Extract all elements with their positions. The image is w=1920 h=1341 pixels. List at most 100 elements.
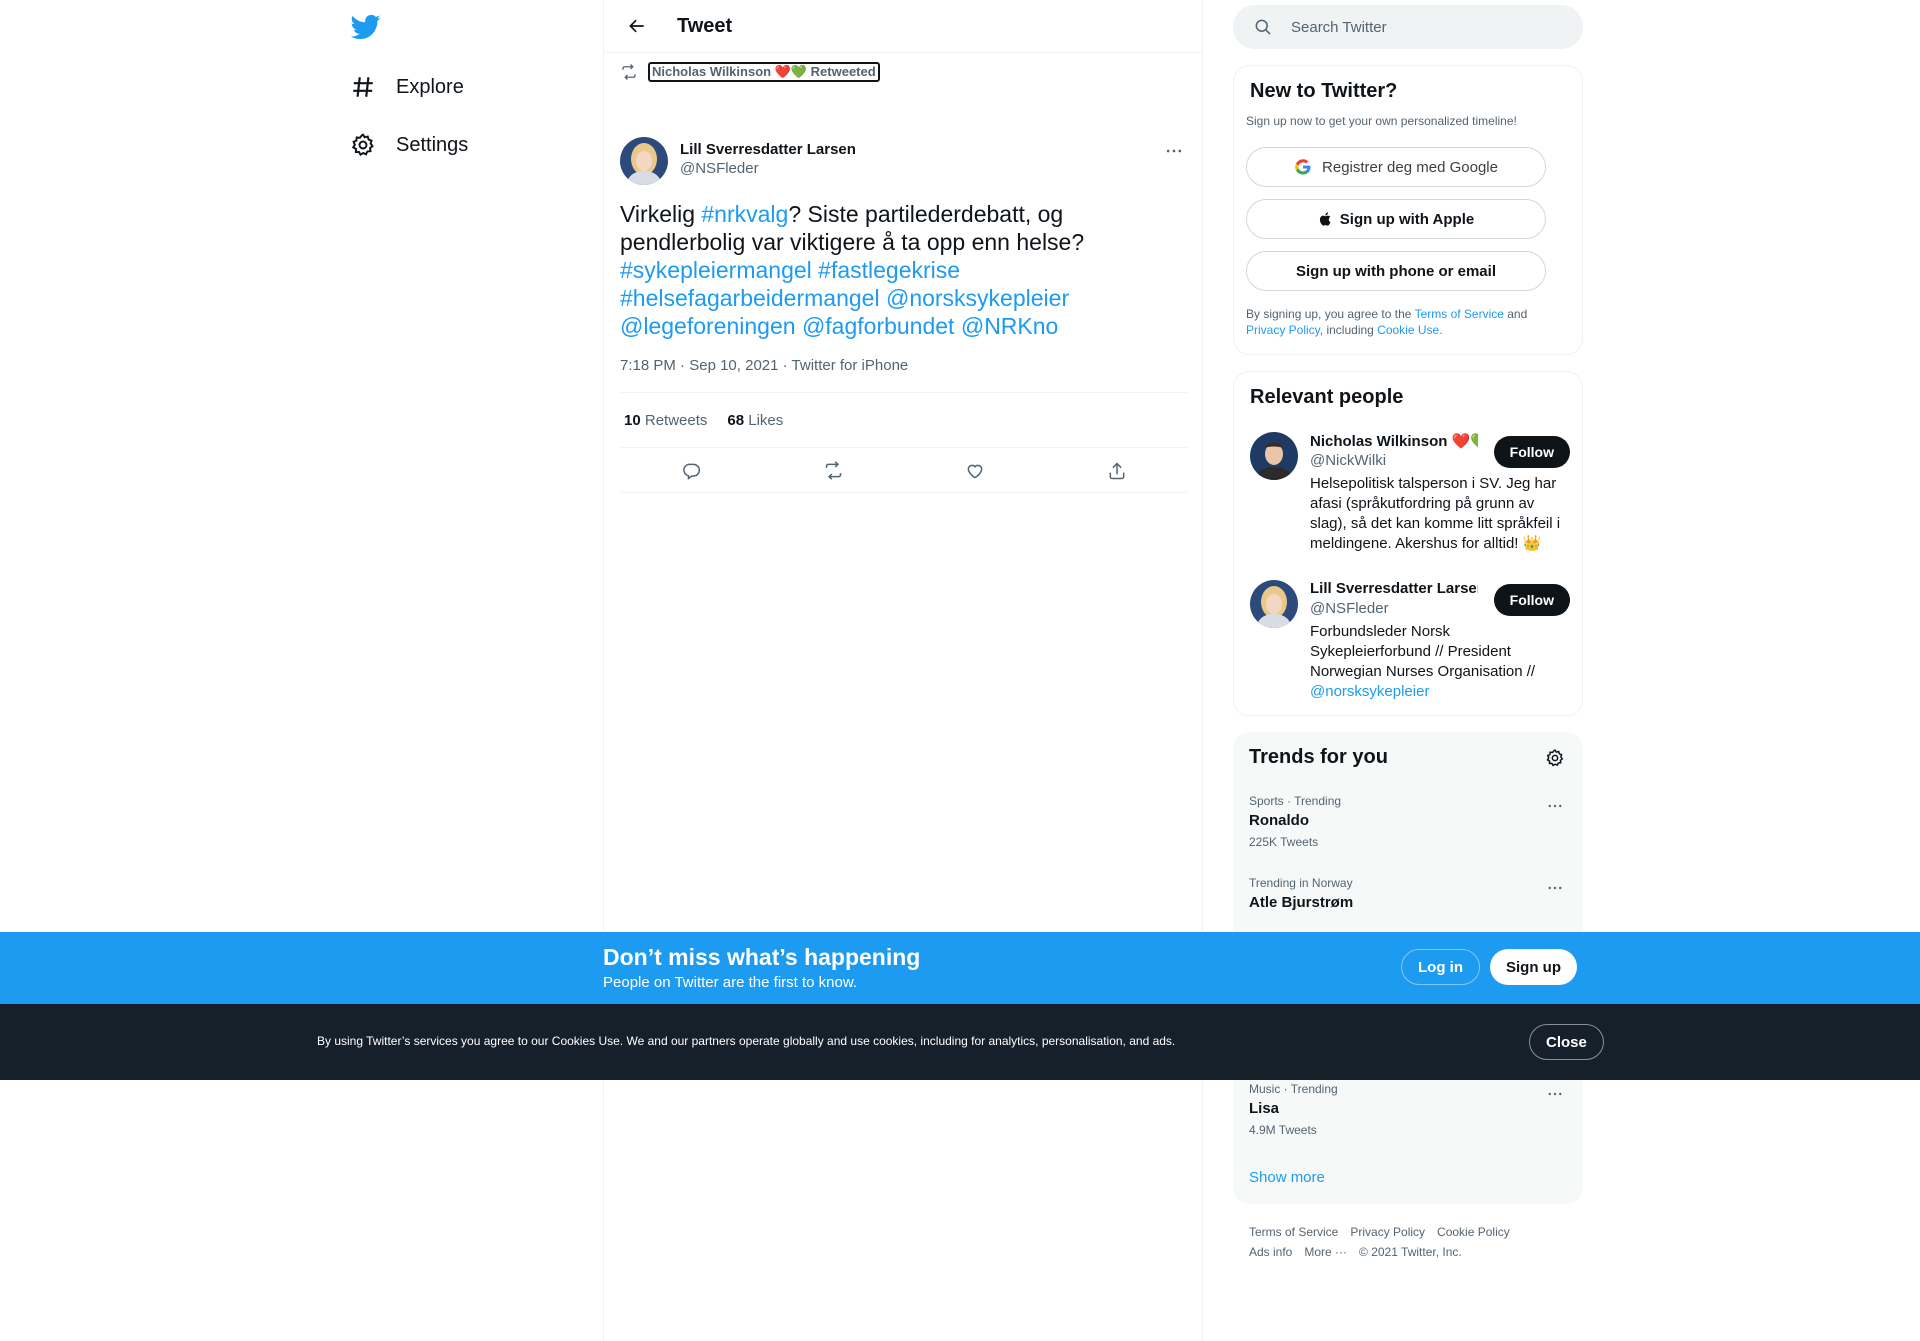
follow-button[interactable]: Follow	[1493, 584, 1570, 616]
trend-context: Music · Trending	[1249, 1082, 1338, 1096]
footer-link[interactable]: More ···	[1304, 1245, 1347, 1259]
retweet-button[interactable]	[816, 454, 850, 488]
search-icon	[1255, 19, 1271, 35]
google-signup-label: Registrer deg med Google	[1322, 158, 1498, 176]
cookie-close-button[interactable]: Close	[1529, 1024, 1604, 1060]
reply-icon	[683, 463, 701, 480]
page-title: Tweet	[677, 14, 733, 37]
cookie-use-link[interactable]: Cookie Use.	[1377, 323, 1442, 337]
person-avatar[interactable]	[1250, 580, 1298, 628]
person-bio: Helsepolitisk talsperson i SV. Jeg har a…	[1310, 475, 1561, 552]
mention-link[interactable]: @NRKno	[961, 313, 1059, 339]
mention-link[interactable]: @fagforbundet	[802, 313, 955, 339]
retweet-context: Nicholas Wilkinson ❤️💚 Retweeted	[620, 62, 880, 82]
trend-more-button[interactable]	[1543, 876, 1567, 900]
arrow-left-icon	[629, 19, 644, 33]
tweet-time[interactable]: 7:18 PM	[620, 357, 676, 374]
trend-count: 4.9M Tweets	[1249, 1123, 1317, 1137]
share-button[interactable]	[1100, 454, 1134, 488]
legal-text-part: , including	[1319, 323, 1378, 337]
twitter-logo-icon[interactable]	[350, 12, 381, 42]
person-name[interactable]: Nicholas Wilkinson ❤️💚	[1310, 432, 1478, 450]
hashtag-link[interactable]: #fastlegekrise	[818, 257, 960, 283]
trend-more-button[interactable]	[1543, 1082, 1567, 1106]
signup-banner-subtitle: People on Twitter are the first to know.	[603, 974, 858, 991]
footer-link[interactable]: Cookie Policy	[1437, 1225, 1510, 1239]
author-name[interactable]: Lill Sverresdatter Larsen	[680, 141, 856, 158]
apple-signup-button[interactable]: Sign up with Apple	[1246, 199, 1546, 239]
likes-count: 68	[727, 411, 745, 429]
author-handle[interactable]: @NSFleder	[680, 160, 856, 177]
tweet-stats: 10 Retweets 68 Likes	[620, 392, 1188, 448]
trend-item[interactable]: Sports · Trending Ronaldo 225K Tweets	[1249, 794, 1567, 849]
hashtag-link[interactable]: #sykepleiermangel	[620, 257, 812, 283]
reply-button[interactable]	[674, 454, 708, 488]
trend-item[interactable]: Trending in Norway Atle Bjurstrøm	[1249, 876, 1567, 911]
likes-label: Likes	[748, 411, 784, 429]
phone-signup-label: Sign up with phone or email	[1295, 262, 1496, 280]
terms-link[interactable]: Terms of Service	[1415, 307, 1504, 321]
main-header: Tweet	[604, 0, 1202, 53]
person-avatar[interactable]	[1250, 432, 1298, 480]
new-to-twitter-subtitle: Sign up now to get your own personalized…	[1246, 114, 1517, 128]
like-button[interactable]	[958, 454, 992, 488]
person-handle[interactable]: @NickWilki	[1310, 452, 1386, 469]
google-logo-icon	[1295, 159, 1311, 175]
trend-more-button[interactable]	[1543, 794, 1567, 818]
person-handle[interactable]: @NSFleder	[1310, 600, 1389, 617]
author-avatar[interactable]	[620, 137, 668, 185]
trends-settings-button[interactable]	[1543, 746, 1567, 770]
signup-banner-title: Don’t miss what’s happening	[603, 944, 921, 970]
trend-context: Trending in Norway	[1249, 876, 1353, 890]
tweet-date[interactable]: Sep 10, 2021	[689, 357, 778, 374]
gear-icon	[1546, 749, 1564, 767]
apple-logo-icon	[1319, 212, 1331, 226]
retweets-stat[interactable]: 10 Retweets	[624, 412, 707, 429]
signup-button[interactable]: Sign up	[1490, 949, 1577, 985]
trend-name: Lisa	[1249, 1100, 1280, 1117]
trend-context: Sports · Trending	[1249, 794, 1342, 808]
main-column: Tweet Nicholas Wilkinson ❤️💚 Retweeted L…	[603, 0, 1203, 1341]
hashtag-link[interactable]: #nrkvalg	[701, 201, 788, 227]
mention-link[interactable]: @norsksykepleier	[886, 285, 1069, 311]
hashtag-link[interactable]: #helsefagarbeidermangel	[620, 285, 880, 311]
tweet-more-button[interactable]	[1162, 139, 1186, 163]
google-signup-button[interactable]: Registrer deg med Google	[1246, 147, 1546, 187]
tweet-source[interactable]: Twitter for iPhone	[792, 357, 909, 374]
likes-stat[interactable]: 68 Likes	[727, 412, 783, 429]
legal-text: By signing up, you agree to the Terms of…	[1246, 306, 1566, 338]
show-more-link[interactable]: Show more	[1249, 1169, 1325, 1186]
search-input[interactable]	[1291, 18, 1551, 36]
share-icon	[1109, 461, 1125, 479]
retweet-context-text[interactable]: Nicholas Wilkinson ❤️💚 Retweeted	[648, 62, 880, 82]
trend-name: Atle Bjurstrøm	[1249, 894, 1354, 911]
footer-link[interactable]: Ads info	[1249, 1245, 1292, 1259]
relevant-people-title: Relevant people	[1250, 386, 1404, 408]
footer-link[interactable]: Privacy Policy	[1350, 1225, 1425, 1239]
nav-explore[interactable]: Explore	[350, 67, 464, 107]
back-button[interactable]	[619, 8, 655, 44]
mention-link[interactable]: @legeforeningen	[620, 313, 796, 339]
apple-signup-label: Sign up with Apple	[1339, 210, 1475, 228]
ellipsis-icon	[1548, 804, 1562, 808]
phone-signup-button[interactable]: Sign up with phone or email	[1246, 251, 1546, 291]
trends-title: Trends for you	[1249, 746, 1388, 768]
signup-banner: Don’t miss what’s happening People on Tw…	[0, 932, 1920, 1004]
person-name[interactable]: Lill Sverresdatter Larsen	[1310, 580, 1478, 597]
cookie-text: By using Twitter’s services you agree to…	[317, 1034, 1176, 1048]
nav-settings[interactable]: Settings	[350, 125, 468, 165]
legal-text-part: By signing up, you agree to the	[1246, 307, 1415, 321]
new-to-twitter-card: New to Twitter? Sign up now to get your …	[1233, 65, 1583, 355]
privacy-link[interactable]: Privacy Policy	[1246, 323, 1320, 337]
ellipsis-icon	[1548, 886, 1562, 890]
tweet-actions	[620, 449, 1188, 493]
mention-link[interactable]: @norsksykepleier	[1310, 683, 1429, 700]
search-box[interactable]	[1233, 5, 1583, 49]
retweet-icon	[622, 64, 636, 80]
footer-link[interactable]: Terms of Service	[1249, 1225, 1338, 1239]
login-button[interactable]: Log in	[1401, 949, 1480, 985]
follow-button[interactable]: Follow	[1493, 436, 1570, 468]
retweet-icon	[825, 461, 841, 480]
trend-item[interactable]: Music · Trending Lisa 4.9M Tweets	[1249, 1082, 1567, 1137]
tweet-meta: 7:18 PM · Sep 10, 2021 · Twitter for iPh…	[620, 357, 909, 374]
